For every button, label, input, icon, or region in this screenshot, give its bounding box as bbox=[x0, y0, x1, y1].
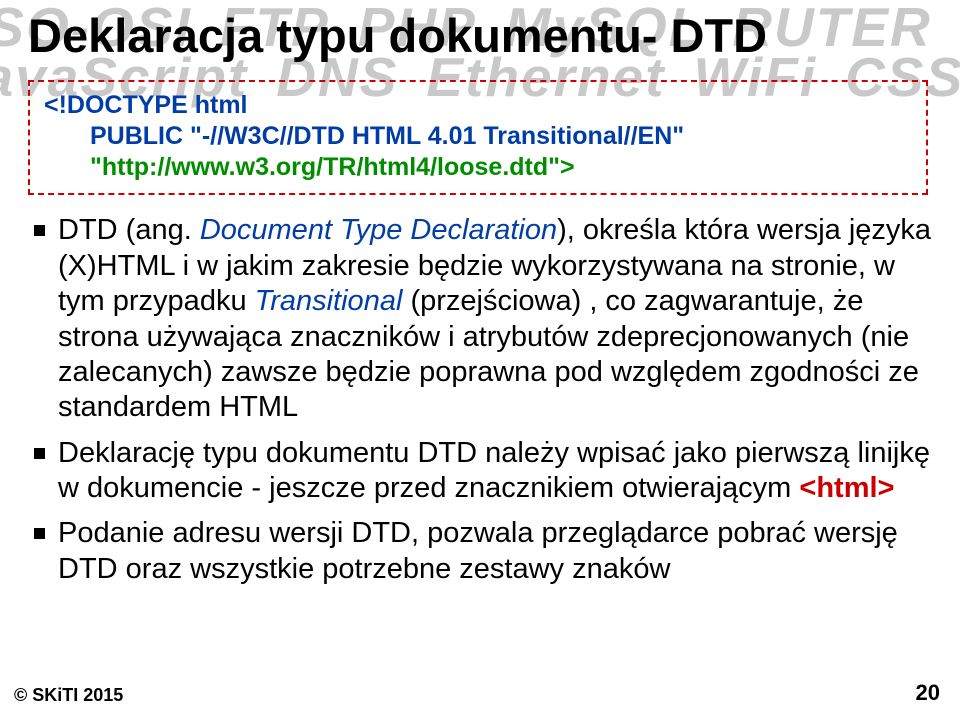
html-tag-red: <html> bbox=[799, 472, 894, 504]
bullet-list: DTD (ang. Document Type Declaration), ok… bbox=[28, 213, 932, 587]
bullet-2: Deklarację typu dokumentu DTD należy wpi… bbox=[28, 436, 932, 507]
code-line-2: PUBLIC "-//W3C//DTD HTML 4.01 Transition… bbox=[44, 121, 912, 152]
footer-copyright: © SKiTI 2015 bbox=[14, 685, 123, 706]
italic-term-2: Transitional bbox=[255, 285, 403, 317]
code-line-1: <!DOCTYPE html bbox=[44, 90, 912, 121]
italic-term-1: Document Type Declaration bbox=[200, 214, 557, 246]
bullet-1: DTD (ang. Document Type Declaration), ok… bbox=[28, 213, 932, 425]
bullet-3: Podanie adresu wersji DTD, pozwala przeg… bbox=[28, 516, 932, 587]
page-number: 20 bbox=[916, 680, 940, 706]
slide-title: Deklaracja typu dokumentu- DTD bbox=[28, 10, 932, 62]
slide-content: Deklaracja typu dokumentu- DTD <!DOCTYPE… bbox=[0, 0, 960, 587]
code-line-3: "http://www.w3.org/TR/html4/loose.dtd"> bbox=[44, 152, 912, 183]
doctype-code-box: <!DOCTYPE html PUBLIC "-//W3C//DTD HTML … bbox=[28, 80, 928, 196]
